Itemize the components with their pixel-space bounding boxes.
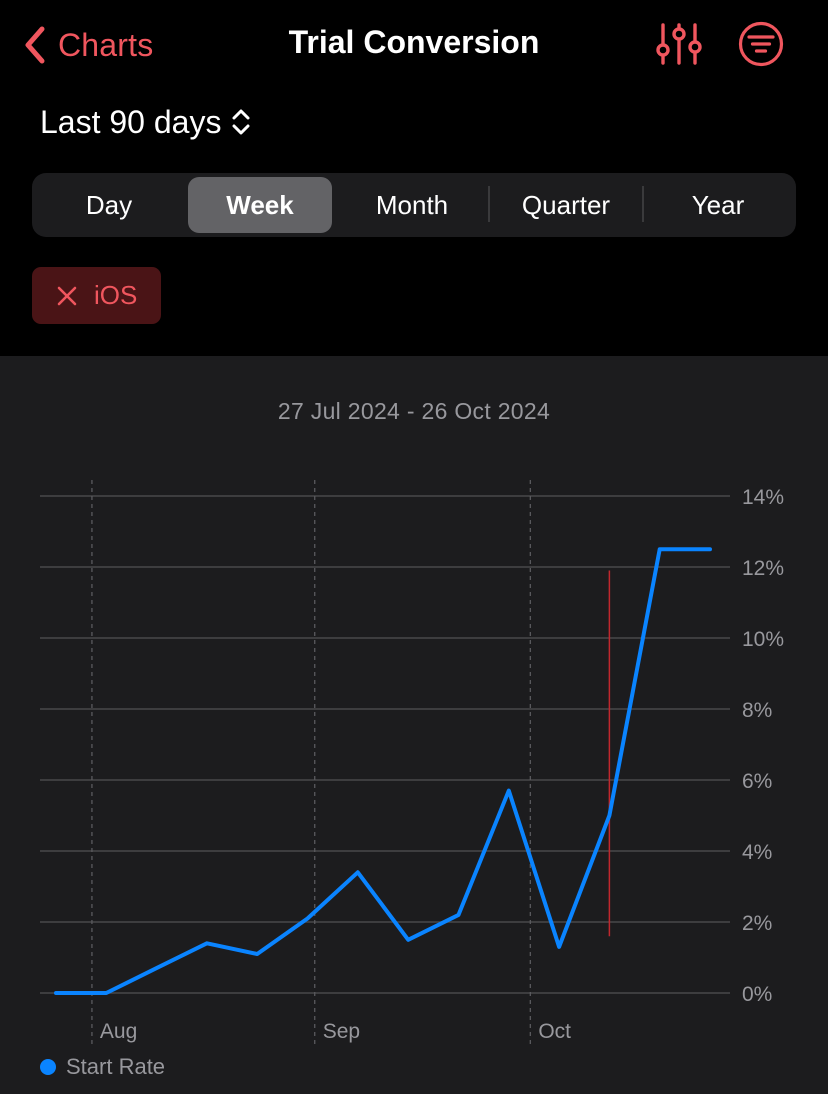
y-tick-label: 8% (742, 699, 772, 722)
y-tick-label: 2% (742, 912, 772, 935)
legend-label: Start Rate (66, 1054, 166, 1079)
x-tick-label: Sep (323, 1020, 360, 1043)
y-tick-label: 6% (742, 770, 772, 793)
y-tick-label: 0% (742, 983, 772, 1006)
y-tick-label: 4% (742, 841, 772, 864)
line-chart: 0% 2% 4% 6% 8% 10% 12% 14% Aug Sep Oct (40, 480, 784, 1045)
y-tick-label: 14% (742, 486, 784, 509)
chart-legend: Start Rate (40, 1053, 165, 1081)
legend-swatch (40, 1059, 56, 1075)
x-tick-label: Aug (100, 1020, 137, 1043)
series-line (54, 547, 712, 995)
y-tick-label: 12% (742, 557, 784, 580)
y-tick-label: 10% (742, 628, 784, 651)
x-tick-label: Oct (538, 1020, 571, 1043)
